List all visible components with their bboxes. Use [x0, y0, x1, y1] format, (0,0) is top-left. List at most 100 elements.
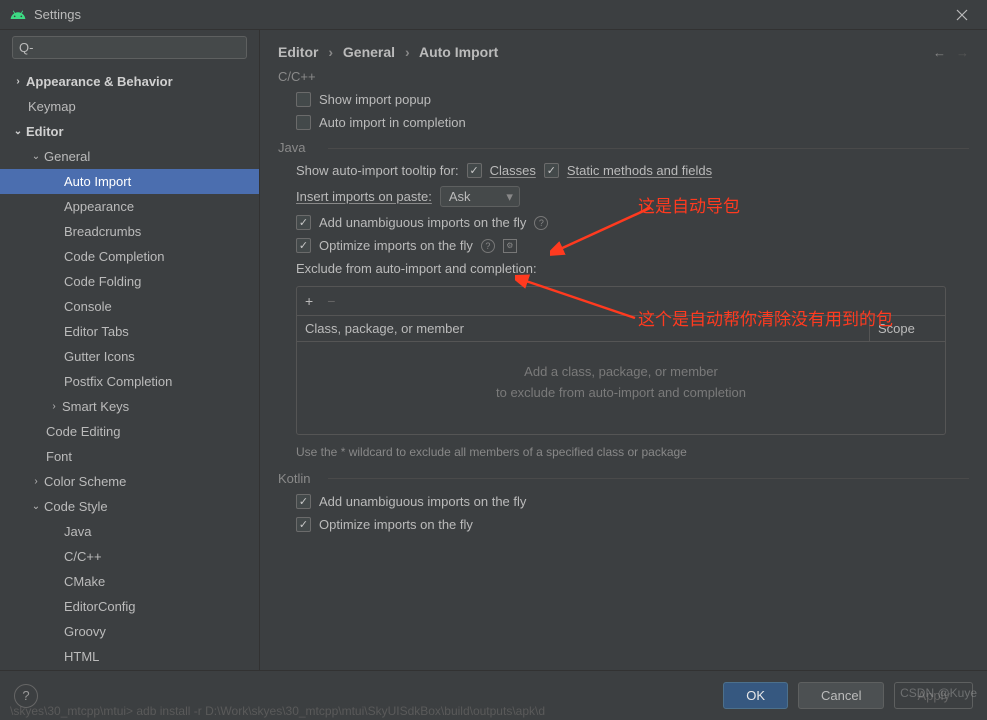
tree-item-label: Code Completion	[64, 249, 164, 264]
tree-smart-keys[interactable]: ›Smart Keys	[0, 394, 259, 419]
label-kotlin-optimize: Optimize imports on the fly	[319, 517, 473, 532]
tree-code-completion[interactable]: Code Completion	[0, 244, 259, 269]
tree-code-style-html[interactable]: HTML	[0, 644, 259, 669]
tree-item-label: Appearance & Behavior	[26, 74, 173, 89]
chevron-right-icon: ›	[10, 76, 26, 87]
tree-code-style-java[interactable]: Java	[0, 519, 259, 544]
section-ccpp-label: C/C++	[278, 69, 969, 84]
tree-postfix-completion[interactable]: Postfix Completion	[0, 369, 259, 394]
title-bar: Settings	[0, 0, 987, 30]
close-button[interactable]	[947, 0, 977, 30]
checkbox-optimize-imports[interactable]	[296, 238, 311, 253]
tree-appearance-behavior[interactable]: ›Appearance & Behavior	[0, 69, 259, 94]
help-button[interactable]: ?	[14, 684, 38, 708]
checkbox-kotlin-optimize[interactable]	[296, 517, 311, 532]
settings-sidebar: ›Appearance & Behavior Keymap ⌄Editor ⌄G…	[0, 30, 260, 670]
tree-item-label: EditorConfig	[64, 599, 136, 614]
tree-item-label: Font	[46, 449, 72, 464]
tree-item-label: Postfix Completion	[64, 374, 172, 389]
tree-item-label: Java	[64, 524, 91, 539]
chevron-right-icon: ›	[46, 401, 62, 412]
breadcrumb-part: Auto Import	[419, 44, 498, 60]
label-optimize-imports: Optimize imports on the fly	[319, 238, 473, 253]
checkbox-classes[interactable]	[467, 163, 482, 178]
tree-console[interactable]: Console	[0, 294, 259, 319]
tree-code-style-cmake[interactable]: CMake	[0, 569, 259, 594]
label-tooltip-for: Show auto-import tooltip for:	[296, 163, 459, 178]
help-icon[interactable]: ?	[481, 239, 495, 253]
chevron-down-icon: ⌄	[28, 501, 44, 512]
label-static-methods: Static methods and fields	[567, 163, 712, 178]
chevron-right-icon: ›	[28, 476, 44, 487]
tree-item-label: Editor Tabs	[64, 324, 129, 339]
breadcrumb-part[interactable]: Editor	[278, 44, 318, 60]
tree-item-label: Auto Import	[64, 174, 131, 189]
label-classes: Classes	[490, 163, 536, 178]
tree-item-label: CMake	[64, 574, 105, 589]
tree-font[interactable]: Font	[0, 444, 259, 469]
tree-appearance[interactable]: Appearance	[0, 194, 259, 219]
tree-item-label: Groovy	[64, 624, 106, 639]
help-icon[interactable]: ?	[534, 216, 548, 230]
tree-code-editing[interactable]: Code Editing	[0, 419, 259, 444]
window-title: Settings	[34, 7, 947, 22]
tree-item-label: Smart Keys	[62, 399, 129, 414]
dialog-button-bar: ? OK Cancel Apply	[0, 670, 987, 720]
label-kotlin-add: Add unambiguous imports on the fly	[319, 494, 526, 509]
settings-content: Editor › General › Auto Import ← → C/C++…	[260, 30, 987, 670]
checkbox-show-import-popup[interactable]	[296, 92, 311, 107]
tree-item-label: General	[44, 149, 90, 164]
breadcrumb-part[interactable]: General	[343, 44, 395, 60]
tree-auto-import[interactable]: Auto Import	[0, 169, 259, 194]
tree-item-label: Code Editing	[46, 424, 120, 439]
tree-item-label: Code Style	[44, 499, 108, 514]
tree-code-style[interactable]: ⌄Code Style	[0, 494, 259, 519]
close-icon	[956, 9, 968, 21]
search-input[interactable]	[12, 36, 247, 59]
nav-back-icon[interactable]: ←	[933, 45, 946, 60]
tree-gutter-icons[interactable]: Gutter Icons	[0, 344, 259, 369]
label-auto-import-completion: Auto import in completion	[319, 115, 466, 130]
android-icon	[10, 7, 26, 23]
section-java: Java	[278, 140, 969, 155]
tree-code-style-groovy[interactable]: Groovy	[0, 619, 259, 644]
tree-item-label: Keymap	[28, 99, 76, 114]
table-header-scope: Scope	[870, 316, 945, 341]
tree-general[interactable]: ⌄General	[0, 144, 259, 169]
watermark: CSDN @Kuye	[900, 686, 977, 700]
settings-icon[interactable]: ⚙	[503, 239, 517, 253]
label-exclude: Exclude from auto-import and completion:	[296, 261, 537, 276]
checkbox-static[interactable]	[544, 163, 559, 178]
settings-tree: ›Appearance & Behavior Keymap ⌄Editor ⌄G…	[0, 65, 259, 670]
dropdown-insert-imports[interactable]: Ask	[440, 186, 520, 207]
cancel-button[interactable]: Cancel	[798, 682, 884, 709]
tree-editor[interactable]: ⌄Editor	[0, 119, 259, 144]
tree-breadcrumbs[interactable]: Breadcrumbs	[0, 219, 259, 244]
tree-keymap[interactable]: Keymap	[0, 94, 259, 119]
breadcrumb-separator: ›	[328, 44, 333, 60]
tree-item-label: Editor	[26, 124, 64, 139]
tree-code-folding[interactable]: Code Folding	[0, 269, 259, 294]
label-show-import-popup: Show import popup	[319, 92, 431, 107]
checkbox-add-unambiguous[interactable]	[296, 215, 311, 230]
exclude-table: + − Class, package, or member Scope Add …	[296, 286, 946, 435]
tree-item-label: HTML	[64, 649, 99, 664]
section-kotlin: Kotlin	[278, 471, 969, 486]
tree-code-style-editorconfig[interactable]: EditorConfig	[0, 594, 259, 619]
ok-button[interactable]: OK	[723, 682, 788, 709]
tree-item-label: Color Scheme	[44, 474, 126, 489]
add-button[interactable]: +	[305, 293, 313, 309]
tree-color-scheme[interactable]: ›Color Scheme	[0, 469, 259, 494]
chevron-down-icon: ⌄	[28, 151, 44, 162]
tree-editor-tabs[interactable]: Editor Tabs	[0, 319, 259, 344]
tree-code-style-cpp[interactable]: C/C++	[0, 544, 259, 569]
checkbox-kotlin-add-unambiguous[interactable]	[296, 494, 311, 509]
label-add-unambiguous: Add unambiguous imports on the fly	[319, 215, 526, 230]
checkbox-auto-import-completion[interactable]	[296, 115, 311, 130]
table-empty-state: Add a class, package, or member to exclu…	[297, 342, 945, 434]
nav-forward-icon: →	[956, 45, 969, 60]
tree-item-label: Breadcrumbs	[64, 224, 141, 239]
tree-item-label: C/C++	[64, 549, 102, 564]
tree-item-label: Console	[64, 299, 112, 314]
breadcrumb-separator: ›	[405, 44, 410, 60]
